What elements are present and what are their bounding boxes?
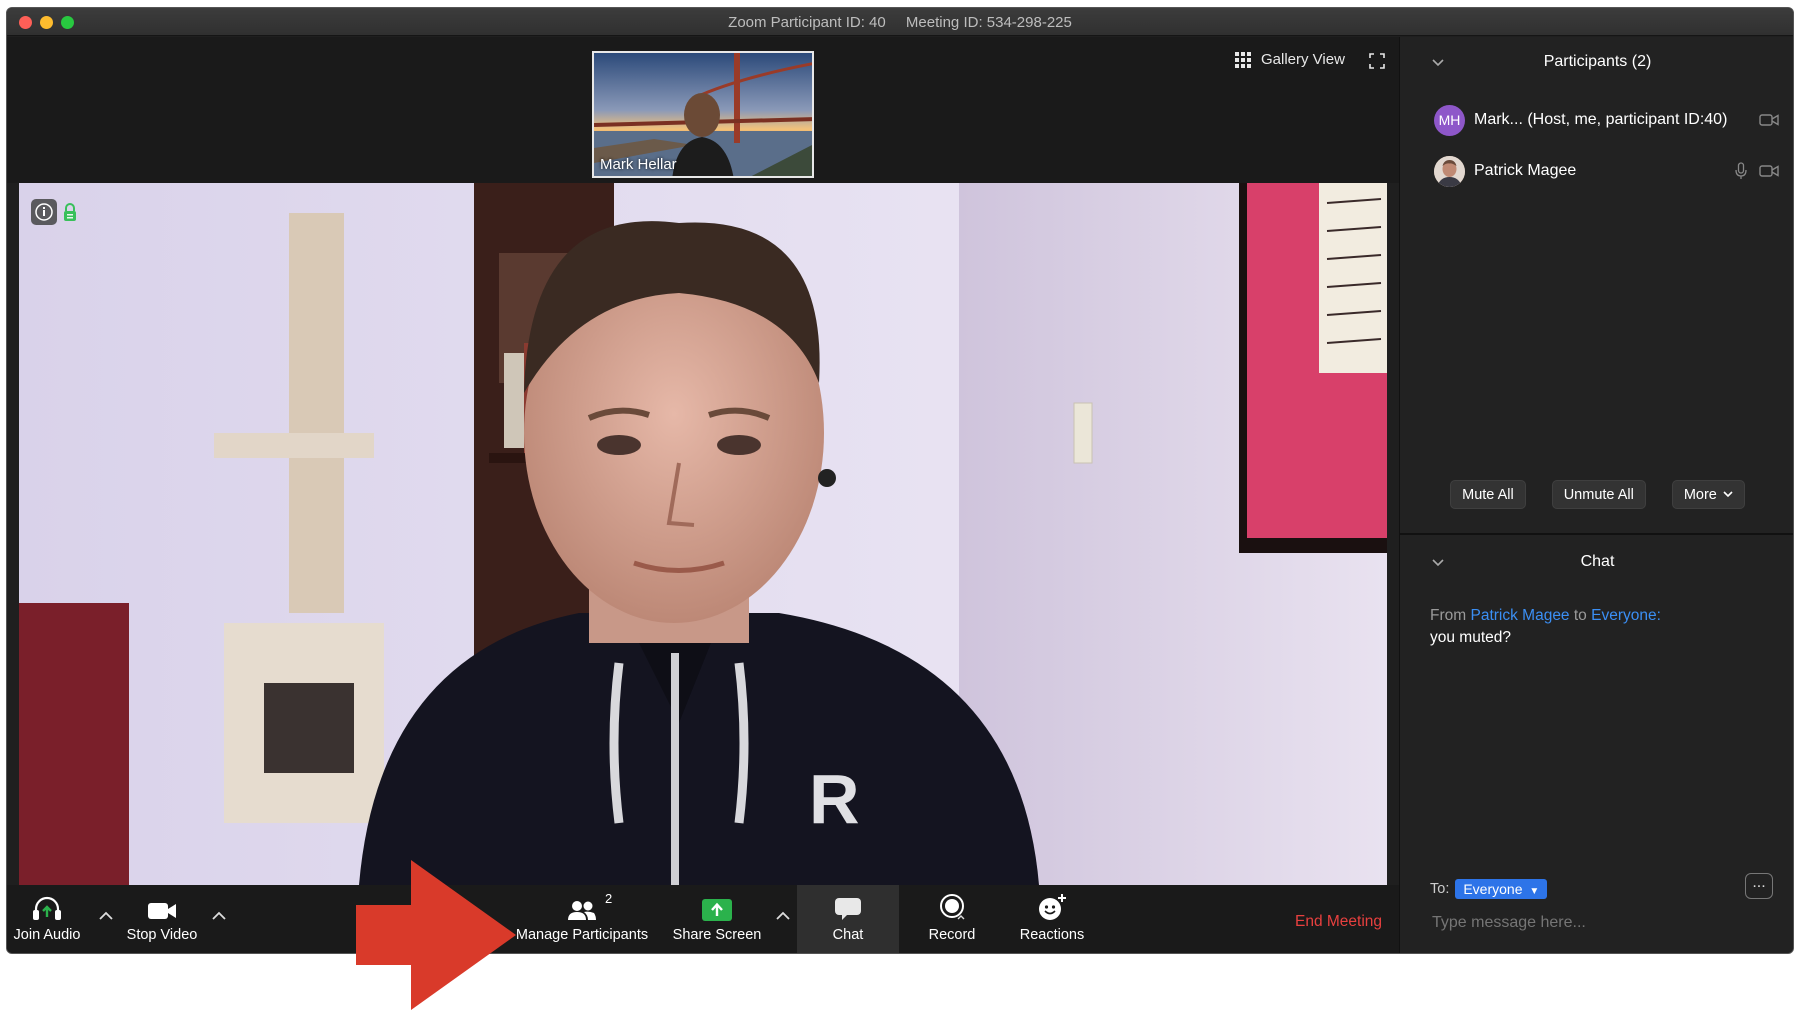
- chevron-down-icon: [1723, 491, 1733, 498]
- end-meeting-button[interactable]: End Meeting: [1295, 913, 1382, 931]
- participant-id-title: Zoom Participant ID: 40: [728, 14, 886, 31]
- to-word: to: [1573, 607, 1587, 624]
- fullscreen-icon[interactable]: [1369, 53, 1385, 69]
- chat-message: From Patrick Magee to Everyone: you mute…: [1430, 605, 1661, 649]
- participants-icon: [568, 901, 596, 920]
- recipient-name[interactable]: Everyone:: [1591, 607, 1661, 624]
- video-options-chevron-icon[interactable]: [212, 907, 226, 925]
- zoom-window: Zoom Participant ID: 40 Meeting ID: 534-…: [6, 7, 1794, 954]
- meeting-id-title: Meeting ID: 534-298-225: [905, 14, 1072, 31]
- active-speaker-video: R: [19, 183, 1387, 885]
- participant-row[interactable]: MH Mark... (Host, me, participant ID:40): [1434, 103, 1779, 137]
- audio-options-chevron-icon[interactable]: [99, 907, 113, 925]
- self-view-name: Mark Hellar: [600, 156, 677, 173]
- reactions-label: Reactions: [1019, 927, 1085, 943]
- chat-more-options-button[interactable]: ...: [1745, 873, 1773, 899]
- speaker-video-image: R: [19, 183, 1387, 885]
- record-button[interactable]: Record: [907, 885, 997, 953]
- share-options-chevron-icon[interactable]: [776, 907, 790, 925]
- chat-message-body: you muted?: [1430, 629, 1511, 646]
- video-camera-icon: [1759, 165, 1779, 177]
- meeting-toolbar: Join Audio Stop Video Manage Participant…: [7, 885, 1399, 953]
- video-camera-icon: [148, 903, 176, 919]
- share-screen-button[interactable]: Share Screen: [667, 885, 767, 953]
- chat-recipient-selector: To: Everyone ▼: [1430, 879, 1548, 899]
- top-strip: Mark Hellar Gallery View: [7, 37, 1399, 183]
- reactions-button[interactable]: Reactions: [1007, 885, 1097, 953]
- gallery-view-label: Gallery View: [1261, 51, 1345, 68]
- title-bar: Zoom Participant ID: 40 Meeting ID: 534-…: [7, 8, 1793, 36]
- caret-down-icon: ▼: [1529, 886, 1540, 897]
- participant-actions: Mute All Unmute All More: [1400, 480, 1793, 509]
- headphones-icon: [33, 896, 61, 920]
- annotation-arrow-icon: [356, 860, 516, 1010]
- more-label: More: [1683, 486, 1717, 503]
- recipient-dropdown[interactable]: Everyone ▼: [1455, 879, 1548, 899]
- to-label: To:: [1430, 881, 1450, 897]
- join-audio-label: Join Audio: [13, 927, 81, 943]
- grid-icon: [1235, 51, 1251, 68]
- manage-participants-button[interactable]: Manage Participants: [512, 885, 652, 953]
- participant-name: Patrick Magee: [1474, 162, 1577, 179]
- chat-label: Chat: [832, 927, 864, 943]
- chat-message-meta: From Patrick Magee to Everyone:: [1430, 605, 1661, 627]
- chat-bubble-icon: [835, 898, 861, 920]
- info-icon[interactable]: [31, 199, 57, 225]
- chat-header: Chat: [1580, 553, 1615, 570]
- avatar: MH: [1434, 104, 1465, 136]
- self-view-thumbnail[interactable]: Mark Hellar: [592, 51, 814, 178]
- svg-text:R: R: [809, 760, 860, 838]
- sender-name[interactable]: Patrick Magee: [1470, 607, 1569, 624]
- mute-all-button[interactable]: Mute All: [1450, 480, 1526, 509]
- video-camera-icon: [1759, 114, 1779, 126]
- share-screen-icon: [702, 899, 732, 921]
- from-prefix: From: [1430, 607, 1467, 624]
- stop-video-button[interactable]: Stop Video: [117, 885, 207, 953]
- join-audio-button[interactable]: Join Audio: [7, 885, 87, 953]
- manage-participants-label: Manage Participants: [515, 927, 649, 943]
- panel-divider: [1400, 533, 1793, 535]
- participant-row[interactable]: Patrick Magee: [1434, 154, 1779, 188]
- window-title: Zoom Participant ID: 40 Meeting ID: 534-…: [7, 14, 1793, 31]
- chat-button[interactable]: Chat: [797, 885, 899, 953]
- participants-count-badge: 2: [605, 891, 613, 906]
- side-panel: Participants (2) MH Mark... (Host, me, p…: [1399, 37, 1793, 953]
- microphone-icon: [1735, 162, 1747, 179]
- record-label: Record: [928, 927, 976, 943]
- recipient-value: Everyone: [1463, 881, 1523, 897]
- participant-name: Mark... (Host, me, participant ID:40): [1474, 111, 1728, 128]
- stop-video-label: Stop Video: [126, 927, 198, 943]
- chat-message-input[interactable]: [1432, 914, 1732, 932]
- unmute-all-button[interactable]: Unmute All: [1551, 480, 1646, 509]
- meeting-info-area: [31, 199, 77, 225]
- more-button[interactable]: More: [1671, 480, 1745, 509]
- encryption-lock-icon[interactable]: [63, 203, 77, 221]
- gallery-view-button[interactable]: Gallery View: [1235, 51, 1345, 68]
- participants-header: Participants (2): [1543, 53, 1652, 70]
- share-screen-label: Share Screen: [672, 927, 762, 943]
- reactions-emoji-icon: [1039, 894, 1066, 920]
- avatar: [1434, 155, 1465, 187]
- record-icon: [940, 894, 965, 920]
